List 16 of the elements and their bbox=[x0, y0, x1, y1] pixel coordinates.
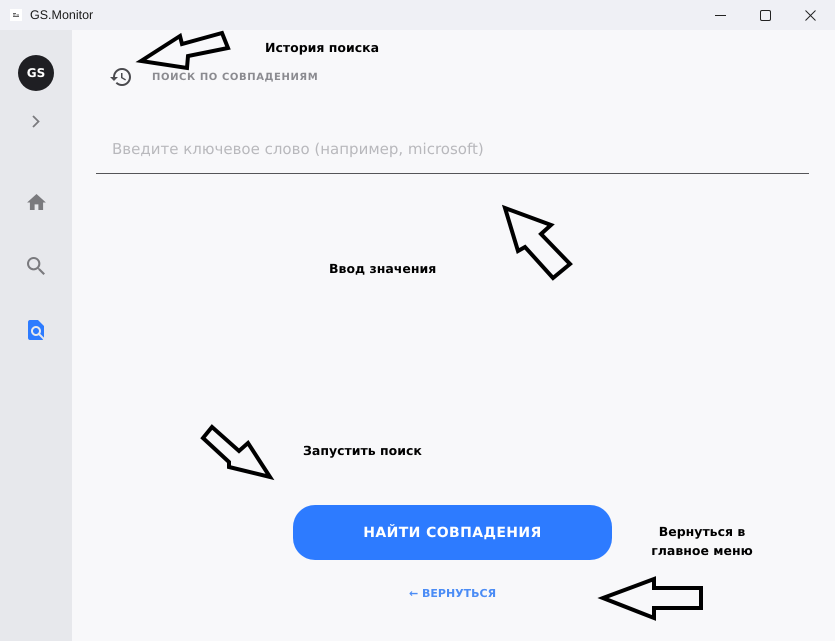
window-title: GS.Monitor bbox=[30, 8, 94, 22]
minimize-icon bbox=[715, 14, 726, 16]
back-link[interactable]: ← ВЕРНУТЬСЯ bbox=[408, 587, 496, 600]
maximize-icon bbox=[760, 10, 771, 20]
annotation-label: Запустить поиск bbox=[303, 442, 422, 460]
keyword-input[interactable]: Введите ключевое слово (например, microsoft) bbox=[96, 124, 809, 174]
find-matches-button[interactable]: НАЙТИ СОВПАДЕНИЯ bbox=[293, 505, 612, 560]
user-avatar[interactable]: GS bbox=[18, 55, 54, 91]
history-button[interactable] bbox=[110, 68, 131, 86]
app-icon bbox=[10, 9, 22, 21]
annotation-label: История поиска bbox=[265, 39, 380, 57]
history-icon bbox=[110, 68, 131, 86]
annotation-label: Вернуться в главное меню bbox=[650, 523, 754, 560]
section-title: ПОИСК ПО СОВПАДЕНИЯМ bbox=[152, 72, 318, 82]
annotation-label: Ввод значения bbox=[329, 260, 436, 278]
close-icon bbox=[805, 10, 816, 20]
